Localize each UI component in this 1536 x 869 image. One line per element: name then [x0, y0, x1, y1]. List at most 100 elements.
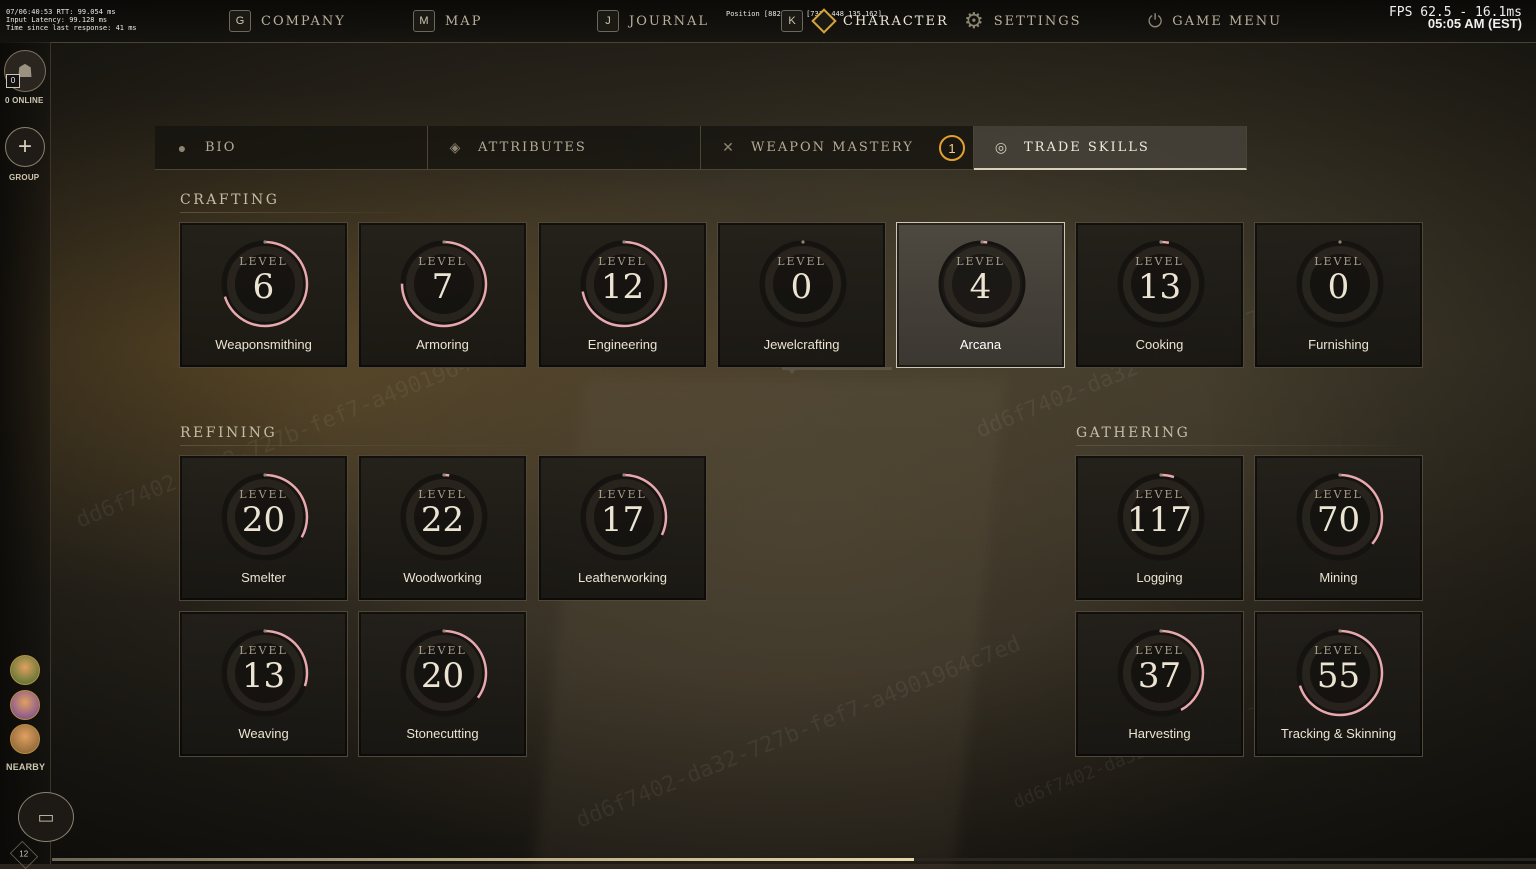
- ring-start-marker: [1159, 240, 1163, 244]
- skill-name: Logging: [1136, 570, 1183, 585]
- skill-level: 7: [431, 267, 454, 307]
- skill-card-logging[interactable]: LEVEL 117 Logging: [1075, 455, 1244, 601]
- xp-bar-fill: [52, 858, 914, 861]
- power-icon: ⏻: [1148, 10, 1163, 31]
- skill-level: 37: [1137, 656, 1182, 696]
- nearby-player-avatar[interactable]: [10, 655, 40, 685]
- character-tabs: ● BIO ◈ ATTRIBUTES ✕ WEAPON MASTERY 1 ◎ …: [155, 126, 1248, 170]
- key-hint: M: [413, 10, 435, 32]
- skill-card-jewelcrafting[interactable]: LEVEL 0 Jewelcrafting: [717, 222, 886, 368]
- key-hint: J: [597, 10, 619, 32]
- section-divider: [180, 212, 420, 213]
- skill-name: Leatherworking: [578, 570, 667, 585]
- tab-label: ATTRIBUTES: [478, 140, 587, 155]
- skill-level: 12: [600, 267, 645, 307]
- ring-start-marker: [801, 240, 805, 244]
- skill-level: 22: [420, 500, 465, 540]
- skill-name: Engineering: [587, 337, 658, 352]
- gear-icon: ⚙: [964, 8, 984, 33]
- add-group-button[interactable]: +: [5, 127, 45, 167]
- background-path: [534, 380, 1006, 864]
- ring-start-marker: [1338, 629, 1342, 633]
- chat-icon: ▭: [37, 806, 55, 827]
- section-divider: [1076, 445, 1426, 446]
- skill-level: 13: [1137, 267, 1182, 307]
- skill-level: 13: [241, 656, 286, 696]
- ring-start-marker: [263, 473, 267, 477]
- skill-name: Weaponsmithing: [215, 337, 312, 352]
- skill-card-woodworking[interactable]: LEVEL 22 Woodworking: [358, 455, 527, 601]
- skill-name: Smelter: [241, 570, 286, 585]
- ring-start-marker: [1159, 629, 1163, 633]
- key-hint: K: [781, 10, 803, 32]
- skill-card-weaving[interactable]: LEVEL 13 Weaving: [179, 611, 348, 757]
- skill-level: 117: [1127, 500, 1192, 540]
- skill-name: Harvesting: [1128, 726, 1191, 741]
- skill-name: Woodworking: [403, 570, 482, 585]
- nav-map[interactable]: M MAP: [413, 10, 482, 32]
- nearby-player-avatar[interactable]: [10, 724, 40, 754]
- attribute-points-icon: ◈: [449, 139, 461, 155]
- skill-name: Arcana: [959, 337, 1002, 352]
- bust-icon: ●: [177, 139, 187, 156]
- skill-card-leatherworking[interactable]: LEVEL 17 Leatherworking: [538, 455, 707, 601]
- online-count: 0: [6, 74, 20, 88]
- network-debug-text: 07/06:40:53 RTT: 99.054 ms Input Latency…: [6, 8, 137, 32]
- mastery-points-badge: 1: [939, 135, 965, 161]
- tab-weapon-mastery[interactable]: ✕ WEAPON MASTERY 1: [701, 126, 974, 170]
- ring-start-marker: [622, 240, 626, 244]
- online-label: 0 ONLINE: [5, 96, 44, 105]
- section-title-gathering: GATHERING: [1076, 425, 1191, 441]
- skill-level: 70: [1316, 500, 1361, 540]
- skill-card-mining[interactable]: LEVEL 70 Mining: [1254, 455, 1423, 601]
- skill-card-armoring[interactable]: LEVEL 7 Armoring: [358, 222, 527, 368]
- ring-start-marker: [1338, 240, 1342, 244]
- key-hint: G: [229, 10, 251, 32]
- skill-card-smelter[interactable]: LEVEL 20 Smelter: [179, 455, 348, 601]
- tab-attributes[interactable]: ◈ ATTRIBUTES: [428, 126, 701, 170]
- nearby-player-avatar[interactable]: [10, 690, 40, 720]
- skill-name: Furnishing: [1308, 337, 1369, 352]
- skill-name: Jewelcrafting: [763, 337, 840, 352]
- nav-character[interactable]: K CHARACTER: [781, 8, 949, 34]
- nearby-label: NEARBY: [6, 762, 46, 772]
- group-label: GROUP: [9, 173, 40, 182]
- diamond-icon: [811, 8, 837, 34]
- chat-button[interactable]: ▭: [18, 792, 74, 842]
- skill-level: 55: [1316, 656, 1361, 696]
- nav-label: COMPANY: [261, 13, 346, 29]
- ring-start-marker: [263, 629, 267, 633]
- skill-card-furnishing[interactable]: LEVEL 0 Furnishing: [1254, 222, 1423, 368]
- nav-label: GAME MENU: [1172, 13, 1283, 29]
- skill-level: 20: [420, 656, 465, 696]
- nav-label: MAP: [445, 13, 483, 29]
- ring-start-marker: [622, 473, 626, 477]
- skill-level: 0: [790, 267, 813, 307]
- tab-trade-skills[interactable]: ◎ TRADE SKILLS: [974, 126, 1247, 170]
- ring-start-marker: [442, 629, 446, 633]
- skill-card-harvesting[interactable]: LEVEL 37 Harvesting: [1075, 611, 1244, 757]
- skill-level: 20: [241, 500, 286, 540]
- section-title-crafting: CRAFTING: [180, 192, 280, 208]
- nav-company[interactable]: G COMPANY: [229, 10, 346, 32]
- skill-level: 6: [252, 267, 275, 307]
- ring-start-marker: [263, 240, 267, 244]
- plus-icon: +: [17, 133, 32, 160]
- nav-label: CHARACTER: [843, 13, 949, 29]
- skill-name: Weaving: [238, 726, 289, 741]
- skill-card-stonecutting[interactable]: LEVEL 20 Stonecutting: [358, 611, 527, 757]
- tab-bio[interactable]: ● BIO: [155, 126, 428, 170]
- nav-settings[interactable]: ⚙ SETTINGS: [964, 8, 1082, 33]
- ring-start-marker: [1159, 473, 1163, 477]
- skill-name: Tracking & Skinning: [1280, 726, 1397, 741]
- skill-card-tracking-skinning[interactable]: LEVEL 55 Tracking & Skinning: [1254, 611, 1423, 757]
- skill-card-weaponsmithing[interactable]: LEVEL 6 Weaponsmithing: [179, 222, 348, 368]
- skill-card-arcana[interactable]: LEVEL 4 Arcana: [896, 222, 1065, 368]
- skill-card-cooking[interactable]: LEVEL 13 Cooking: [1075, 222, 1244, 368]
- skill-level: 17: [600, 500, 645, 540]
- skill-card-engineering[interactable]: LEVEL 12 Engineering: [538, 222, 707, 368]
- nav-game-menu[interactable]: ⏻ GAME MENU: [1148, 10, 1282, 32]
- nav-journal[interactable]: J JOURNAL: [597, 10, 709, 32]
- tab-label: WEAPON MASTERY: [751, 140, 914, 155]
- crossed-swords-icon: ✕: [722, 139, 734, 155]
